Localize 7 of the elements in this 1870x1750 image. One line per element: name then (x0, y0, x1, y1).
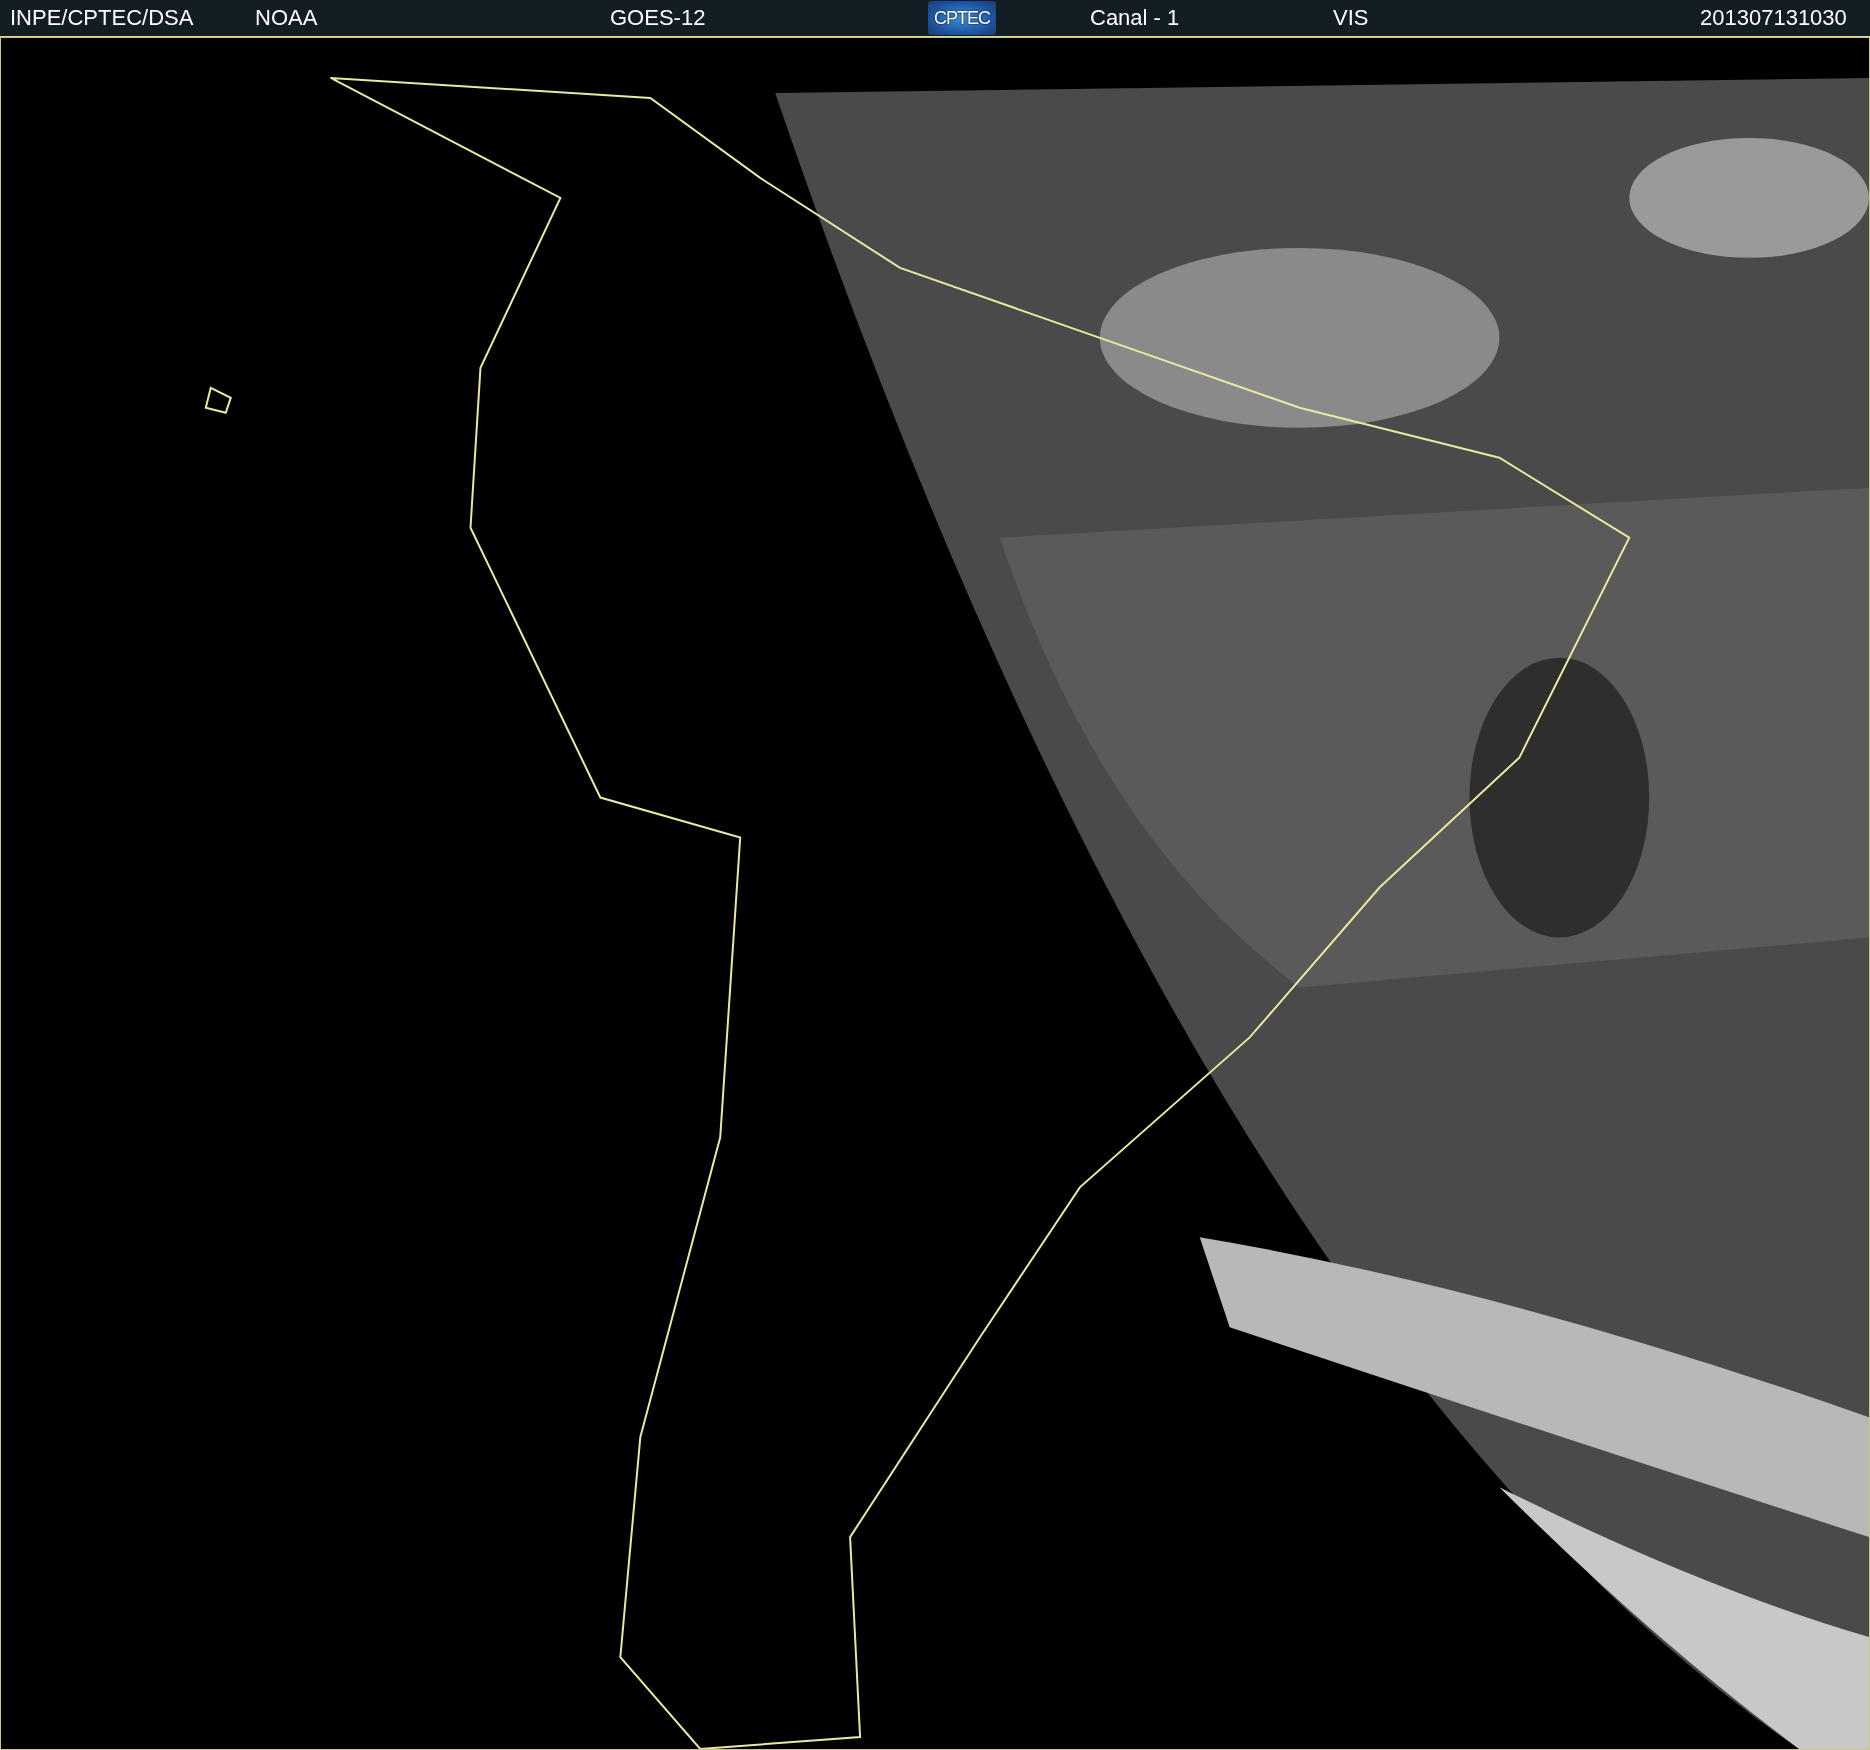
band-label: VIS (1333, 5, 1369, 31)
source-label: INPE/CPTEC/DSA (10, 5, 194, 31)
timestamp-label: 201307131030 (1700, 5, 1847, 31)
satellite-label: GOES-12 (610, 5, 706, 31)
logo-text: CPTEC (934, 7, 990, 29)
agency-label: NOAA (255, 5, 318, 31)
channel-label: Canal - 1 (1090, 5, 1180, 31)
